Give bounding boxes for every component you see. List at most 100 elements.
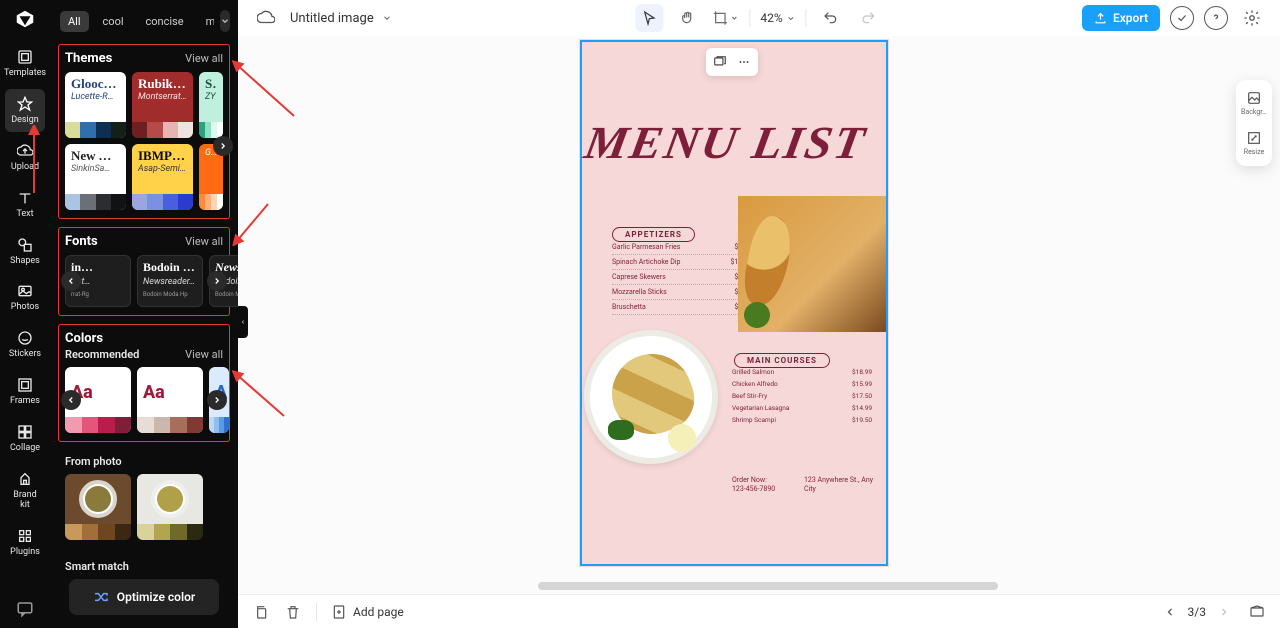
artboard[interactable]: MENU LIST APPETIZERS Garlic Parmesan Fri…	[580, 40, 888, 566]
nav-shapes[interactable]: Shapes	[5, 230, 45, 273]
chevron-down-icon	[382, 13, 392, 23]
select-tool[interactable]	[635, 4, 663, 32]
add-page-label: Add page	[353, 605, 404, 619]
tag-modern[interactable]: modern	[198, 11, 214, 32]
more-button[interactable]	[735, 53, 753, 71]
nav-plugins[interactable]: Plugins	[5, 521, 45, 564]
duplicate-page-button[interactable]	[252, 603, 270, 621]
nav-templates[interactable]: Templates	[5, 42, 45, 85]
collapse-panel-button[interactable]	[238, 306, 248, 338]
tag-row: All cool concise modern	[56, 6, 232, 40]
next-page-button[interactable]	[1216, 604, 1232, 620]
fonts-viewall[interactable]: View all	[185, 235, 223, 248]
tag-more-button[interactable]	[220, 10, 230, 32]
horizontal-scrollbar[interactable]	[538, 582, 998, 590]
theme-card[interactable]: New Y…SinkinSa…	[65, 144, 126, 210]
zoom-control[interactable]: 42%	[760, 11, 795, 25]
chevron-down-icon	[787, 14, 796, 23]
phone: 123-456-7890	[732, 485, 775, 494]
tag-all[interactable]: All	[60, 11, 89, 32]
replace-image-button[interactable]	[711, 53, 729, 71]
color-card[interactable]: Aa	[137, 367, 203, 433]
theme-swatch-row	[65, 122, 126, 138]
theme-card[interactable]: IBMPl…Asap-SemiB…	[132, 144, 193, 210]
item-name: Beef Stir-Fry	[732, 392, 767, 400]
plugins-icon	[16, 527, 34, 545]
nav-rail: Templates Design Upload Text Shapes Phot…	[0, 0, 50, 628]
app-logo[interactable]	[10, 6, 40, 32]
background-button[interactable]: Backgr…	[1241, 86, 1267, 120]
order-now-label: Order Now:	[732, 476, 775, 485]
export-icon	[1094, 12, 1107, 25]
nav-label: Frames	[10, 397, 40, 407]
add-page-button[interactable]: Add page	[331, 604, 404, 620]
present-button[interactable]	[1248, 603, 1266, 621]
fonts-section: Fonts View all in… rrat… rrat-Rg Bodoin …	[58, 227, 230, 316]
nav-frames[interactable]: Frames	[5, 370, 45, 413]
tag-concise[interactable]: concise	[138, 11, 192, 32]
color-aa: Aa	[137, 367, 203, 417]
nav-photos[interactable]: Photos	[5, 276, 45, 319]
export-button[interactable]: Export	[1082, 5, 1160, 31]
annotation-arrow	[27, 125, 41, 195]
delete-page-button[interactable]	[284, 603, 302, 621]
cloud-status-icon[interactable]	[252, 4, 280, 32]
resize-button[interactable]: Resize	[1244, 126, 1264, 160]
item-price: $18.99	[852, 368, 872, 376]
color-swatch-row	[137, 417, 203, 433]
font-tiny: Bodoin Moda Hp	[143, 291, 197, 298]
export-label: Export	[1113, 11, 1148, 25]
dock-label: Backgr…	[1241, 108, 1267, 116]
theme-sub: Asap-SemiB…	[138, 164, 187, 174]
nav-feedback[interactable]	[16, 600, 34, 618]
background-icon	[1246, 90, 1262, 106]
theme-sub: SinkinSa…	[71, 164, 120, 174]
optimize-label: Optimize color	[117, 590, 195, 604]
nav-stickers[interactable]: Stickers	[5, 323, 45, 366]
redo-button[interactable]	[855, 4, 883, 32]
item-name: Spinach Artichoke Dip	[612, 258, 681, 266]
tag-cool[interactable]: cool	[95, 11, 132, 32]
item-name: Garlic Parmesan Fries	[612, 243, 680, 251]
hand-tool[interactable]	[673, 4, 701, 32]
fonts-next-button[interactable]	[207, 271, 227, 291]
document-title[interactable]: Untitled image	[290, 11, 392, 26]
crop-tool[interactable]	[711, 4, 739, 32]
theme-card[interactable]: Glooc…Lucette-R…	[65, 72, 126, 138]
annotation-arrow	[232, 370, 288, 420]
zoom-value: 42%	[760, 11, 782, 25]
nav-brand-kit[interactable]: Brand kit	[5, 464, 45, 517]
nav-collage[interactable]: Collage	[5, 417, 45, 460]
fonts-prev-button[interactable]	[61, 271, 81, 291]
colors-next-button[interactable]	[207, 390, 227, 410]
font-card[interactable]: Bodoin Mo… Newsreader… Bodoin Moda Hp	[137, 255, 203, 307]
nav-label: Shapes	[10, 257, 40, 267]
templates-icon	[16, 48, 34, 66]
resize-icon	[1246, 130, 1262, 146]
item-name: Chicken Alfredo	[732, 380, 778, 388]
optimize-color-button[interactable]: Optimize color	[69, 579, 219, 615]
theme-card[interactable]: Rubik-…Montserrat…	[132, 72, 193, 138]
themes-next-button[interactable]	[213, 136, 233, 156]
photo-color-card[interactable]	[137, 474, 203, 540]
theme-sub: Lucette-R…	[71, 92, 120, 102]
canvas-area[interactable]: MENU LIST APPETIZERS Garlic Parmesan Fri…	[238, 36, 1280, 594]
prev-page-button[interactable]	[1162, 604, 1178, 620]
design-icon	[16, 95, 34, 113]
themes-viewall[interactable]: View all	[185, 52, 223, 65]
scrollbar-thumb[interactable]	[538, 582, 998, 590]
settings-button[interactable]	[1238, 4, 1266, 32]
colors-viewall[interactable]: View all	[185, 348, 223, 361]
colors-prev-button[interactable]	[61, 390, 81, 410]
item-price: $14.99	[852, 404, 872, 412]
title-text: Untitled image	[290, 11, 374, 26]
checkmark-button[interactable]	[1170, 6, 1194, 30]
photo-color-card[interactable]	[65, 474, 131, 540]
food-photo-1	[738, 196, 886, 332]
annotation-arrow	[232, 60, 298, 120]
colors-section: Colors Recommended View all Aa Aa A	[58, 324, 230, 442]
theme-card[interactable]: SpZY	[199, 72, 223, 138]
help-button[interactable]	[1204, 6, 1228, 30]
colors-title: Colors	[65, 331, 103, 346]
undo-button[interactable]	[817, 4, 845, 32]
